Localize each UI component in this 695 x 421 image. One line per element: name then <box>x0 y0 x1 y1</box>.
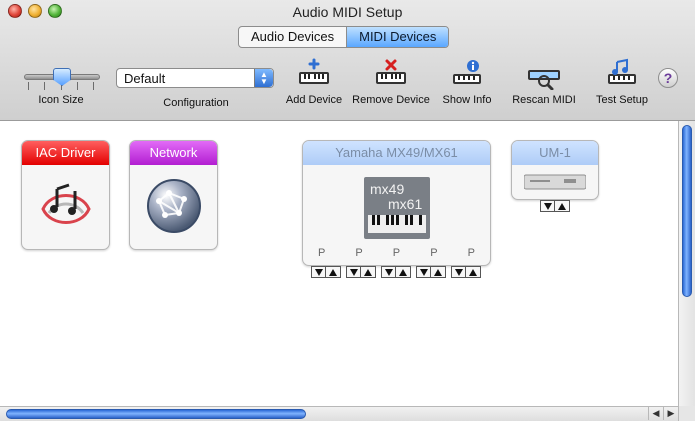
port-labels: P P P P P <box>303 247 490 259</box>
input-port-down-arrow-icon[interactable] <box>540 200 555 212</box>
port-connector-4 <box>416 266 446 278</box>
port-connector-5 <box>451 266 481 278</box>
input-port-down-arrow-icon[interactable] <box>311 266 326 278</box>
remove-device-icon <box>369 58 413 90</box>
configuration-value: Default <box>124 71 166 86</box>
test-setup-icon <box>600 58 644 90</box>
device-name: IAC Driver <box>22 141 109 165</box>
vertical-scrollbar[interactable] <box>678 121 695 406</box>
port-label: P <box>467 247 475 259</box>
device-network[interactable]: Network <box>129 140 218 250</box>
remove-device-button[interactable]: Remove Device <box>352 58 430 106</box>
scroll-left-arrow-icon[interactable]: ◀ <box>648 407 663 420</box>
port-label: P <box>430 247 438 259</box>
configuration-label: Configuration <box>163 97 229 109</box>
port-connector-1 <box>311 266 341 278</box>
device-name: UM-1 <box>512 141 598 165</box>
port-connector-2 <box>346 266 376 278</box>
port-connector-3 <box>381 266 411 278</box>
input-port-down-arrow-icon[interactable] <box>416 266 431 278</box>
device-name: Network <box>130 141 217 165</box>
device-logo-text-2: mx61 <box>388 196 422 212</box>
icon-size-slider[interactable] <box>18 58 104 90</box>
scrollbar-corner <box>678 406 695 421</box>
iac-driver-icon <box>22 171 109 241</box>
add-device-button[interactable]: Add Device <box>284 58 344 106</box>
vertical-scroll-thumb[interactable] <box>682 125 692 297</box>
show-info-label: Show Info <box>442 94 492 106</box>
horizontal-scrollbar[interactable]: ◀ ▶ <box>0 406 678 421</box>
test-setup-button[interactable]: Test Setup <box>592 58 652 106</box>
show-info-button[interactable]: Show Info <box>440 58 494 106</box>
keyboard-icon: mx49 mx61 <box>303 177 490 239</box>
input-port-down-arrow-icon[interactable] <box>451 266 466 278</box>
audio-midi-setup-window: Audio MIDI Setup Audio Devices MIDI Devi… <box>0 0 695 421</box>
output-port-up-arrow-icon[interactable] <box>361 266 376 278</box>
window-title: Audio MIDI Setup <box>292 4 403 20</box>
port-label: P <box>392 247 401 259</box>
toolbar-area: Audio MIDI Setup Audio Devices MIDI Devi… <box>0 0 695 121</box>
input-port-down-arrow-icon[interactable] <box>346 266 361 278</box>
midi-interface-icon <box>512 173 598 191</box>
device-name: Yamaha MX49/MX61 <box>303 141 490 165</box>
network-globe-icon <box>130 171 217 241</box>
um1-port-connector <box>540 200 570 212</box>
icon-size-label: Icon Size <box>38 94 84 106</box>
configuration-select[interactable]: Default ▲ ▼ <box>116 68 274 88</box>
output-port-up-arrow-icon[interactable] <box>326 266 341 278</box>
tab-audio-devices[interactable]: Audio Devices <box>239 27 346 47</box>
input-port-down-arrow-icon[interactable] <box>381 266 396 278</box>
help-button[interactable]: ? <box>658 68 678 88</box>
output-port-up-arrow-icon[interactable] <box>396 266 411 278</box>
output-port-up-arrow-icon[interactable] <box>431 266 446 278</box>
yamaha-port-connectors <box>311 266 481 278</box>
tab-midi-devices[interactable]: MIDI Devices <box>346 27 449 47</box>
remove-device-label: Remove Device <box>352 94 430 106</box>
port-label: P <box>355 247 363 259</box>
rescan-midi-button[interactable]: Rescan MIDI <box>512 58 576 106</box>
device-yamaha-mx49-mx61[interactable]: Yamaha MX49/MX61 mx49 mx61 P P P P P <box>302 140 491 266</box>
device-type-tabs: Audio Devices MIDI Devices <box>238 26 450 48</box>
device-um-1[interactable]: UM-1 <box>511 140 599 200</box>
add-device-label: Add Device <box>285 94 343 106</box>
scroll-right-arrow-icon[interactable]: ▶ <box>663 407 678 420</box>
title-bar: Audio MIDI Setup <box>0 0 695 24</box>
port-label: P <box>318 247 326 259</box>
select-stepper-icon: ▲ ▼ <box>254 69 273 87</box>
info-icon <box>445 58 489 90</box>
device-logo-text-1: mx49 <box>370 181 404 197</box>
device-iac-driver[interactable]: IAC Driver <box>21 140 110 250</box>
icon-size-control: Icon Size <box>18 58 104 106</box>
rescan-midi-label: Rescan MIDI <box>512 94 576 106</box>
output-port-up-arrow-icon[interactable] <box>555 200 570 212</box>
horizontal-scroll-thumb[interactable] <box>6 409 306 419</box>
horizontal-scroll-arrows: ◀ ▶ <box>648 407 678 420</box>
configuration-control: Default ▲ ▼ Configuration <box>116 68 276 109</box>
test-setup-label: Test Setup <box>596 94 648 106</box>
output-port-up-arrow-icon[interactable] <box>466 266 481 278</box>
rescan-icon <box>522 58 566 91</box>
add-device-icon <box>292 58 336 90</box>
